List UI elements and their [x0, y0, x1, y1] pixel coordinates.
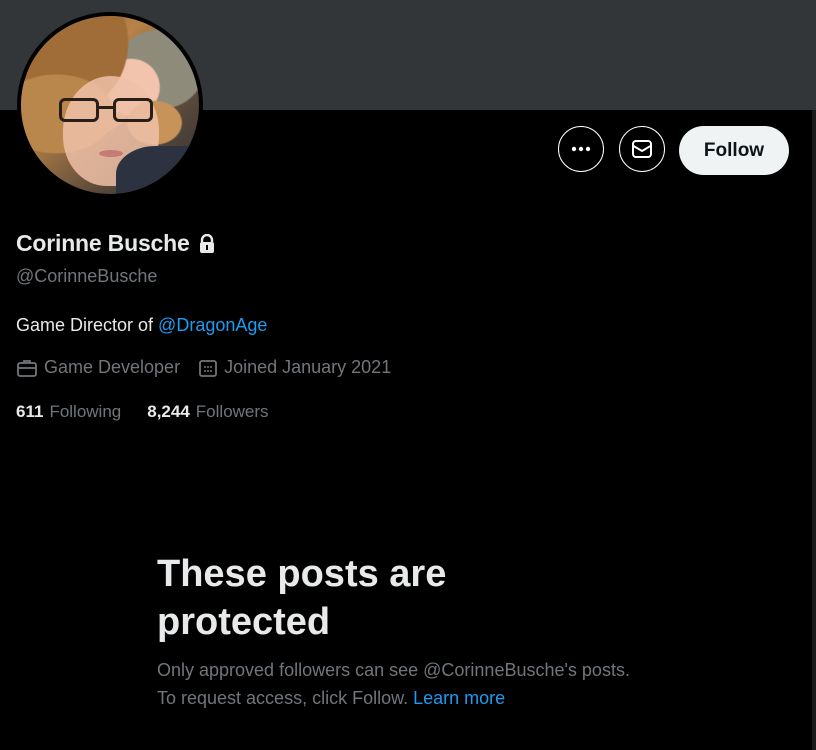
- profile-handle: @CorinneBusche: [16, 266, 158, 286]
- followers-count: 8,244: [147, 402, 190, 421]
- following-link[interactable]: 611 Following: [16, 402, 121, 422]
- message-button[interactable]: [619, 126, 665, 172]
- following-label: Following: [49, 402, 122, 421]
- briefcase-icon: [17, 359, 37, 377]
- calendar-icon: [199, 359, 217, 377]
- protected-description: Only approved followers can see @Corinne…: [157, 656, 637, 712]
- joined-label: Joined January 2021: [224, 357, 392, 377]
- profile-page: Follow Corinne Busche @CorinneBusche Gam…: [0, 0, 816, 750]
- lock-icon: [199, 233, 214, 253]
- followers-label: Followers: [195, 402, 269, 421]
- avatar-shirt: [116, 146, 199, 194]
- profession-label: Game Developer: [44, 357, 181, 377]
- more-button[interactable]: [558, 126, 604, 172]
- bio-mention-link[interactable]: @DragonAge: [158, 315, 267, 335]
- profile-meta: Game Developer Joined January 2021: [16, 357, 409, 378]
- scrollbar[interactable]: [812, 110, 816, 750]
- following-count: 611: [16, 402, 44, 421]
- bio-text: Game Director of: [16, 315, 159, 335]
- display-name: Corinne Busche: [16, 230, 190, 256]
- follow-button-label: Follow: [703, 139, 765, 161]
- protected-title: These posts are protected: [157, 553, 447, 643]
- followers-link[interactable]: 8,244 Followers: [147, 402, 268, 422]
- profile-bio: Game Director of @DragonAge: [16, 315, 267, 336]
- mail-icon: [632, 140, 652, 158]
- profession-item: Game Developer: [16, 357, 180, 378]
- avatar-glasses: [59, 98, 155, 124]
- joined-item: Joined January 2021: [198, 357, 391, 378]
- avatar-lips: [99, 150, 123, 157]
- protected-description-text: Only approved followers can see @Corinne…: [157, 660, 630, 708]
- avatar[interactable]: [17, 12, 203, 198]
- learn-more-link[interactable]: Learn more: [413, 688, 505, 708]
- profile-name-row: Corinne Busche: [16, 230, 216, 257]
- follow-button[interactable]: Follow: [679, 126, 789, 175]
- profile-stats: 611 Following 8,244 Followers: [16, 402, 295, 422]
- more-horizontal-icon: [571, 146, 591, 152]
